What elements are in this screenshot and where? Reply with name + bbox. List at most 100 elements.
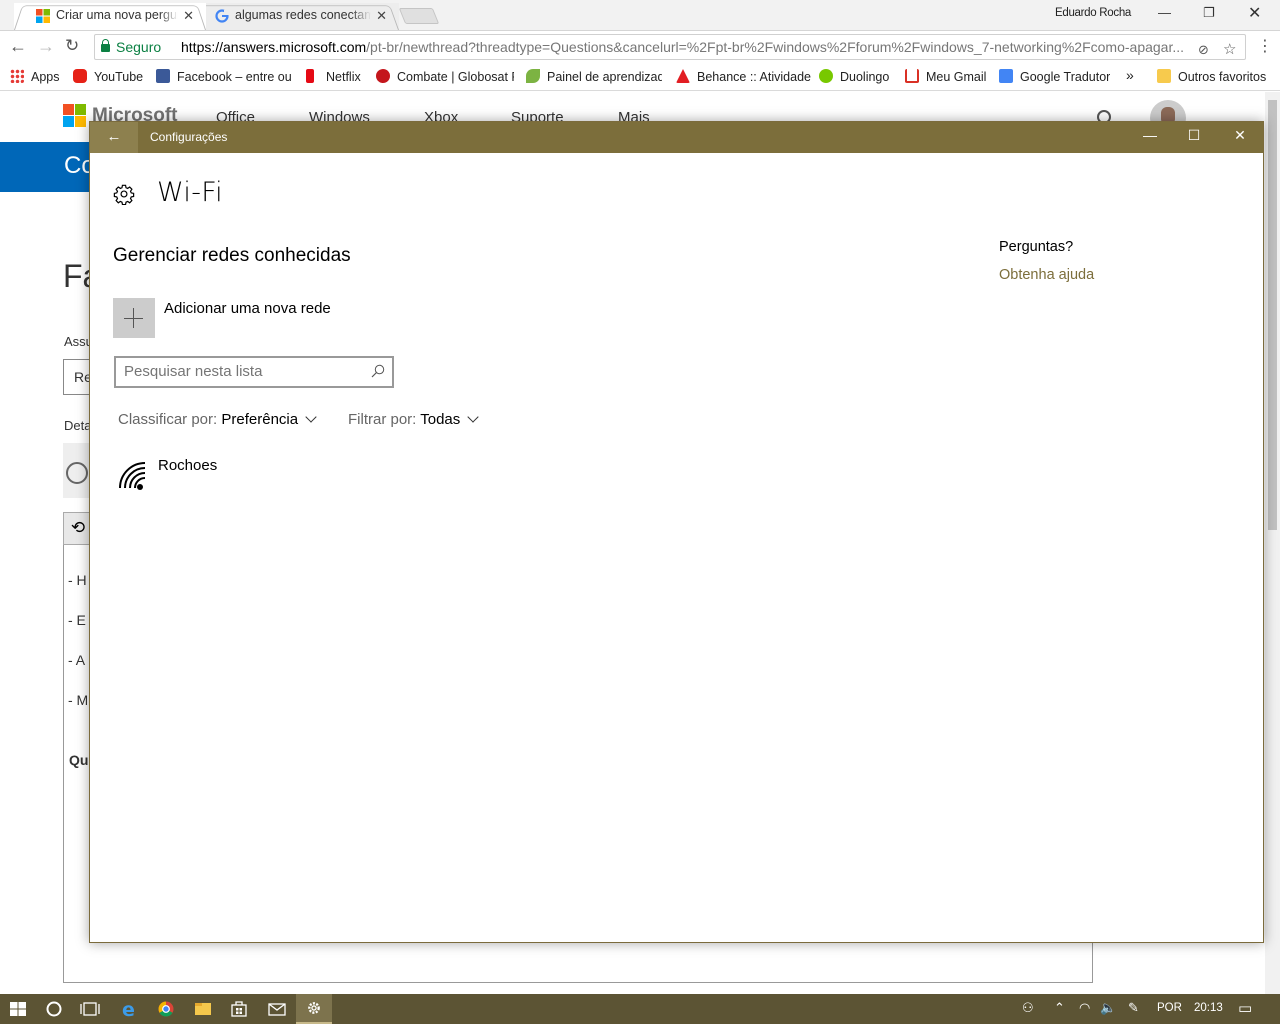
page-title: Wi-Fi xyxy=(157,177,223,208)
search-icon[interactable] xyxy=(371,364,385,378)
settings-titlebar: ← Configurações — ☐ ✕ xyxy=(90,122,1263,153)
bookmark-behance[interactable]: Behance :: Atividade xyxy=(676,69,811,84)
microsoft-logo-icon xyxy=(36,9,50,23)
scrollbar-thumb[interactable] xyxy=(1268,100,1277,530)
secure-indicator[interactable]: Seguro xyxy=(101,35,161,59)
duolingo-icon xyxy=(819,69,833,83)
new-tab-button[interactable] xyxy=(398,8,440,24)
minimize-icon[interactable]: — xyxy=(1127,127,1173,143)
help-heading: Perguntas? xyxy=(999,239,1074,255)
editor-line: - A xyxy=(68,652,86,668)
tab-close-icon[interactable]: ✕ xyxy=(183,3,194,28)
wifi-icon xyxy=(119,462,146,490)
forward-arrow-icon[interactable]: → xyxy=(37,36,55,57)
bookmark-gmail[interactable]: Meu Gmail xyxy=(905,69,986,84)
edge-icon[interactable]: e xyxy=(111,994,147,1024)
chrome-menu-icon[interactable]: ⋮ xyxy=(1257,36,1273,56)
editor-bold-text: Qu xyxy=(69,752,89,768)
input-language[interactable]: POR xyxy=(1157,1002,1182,1014)
bookmark-painel[interactable]: Painel de aprendizad xyxy=(526,69,662,84)
section-title: Gerenciar redes conhecidas xyxy=(113,245,351,266)
sort-label: Classificar por: xyxy=(118,411,218,428)
clock-time[interactable]: 20:13 xyxy=(1194,1002,1223,1014)
profile-name[interactable]: Eduardo Rocha xyxy=(1055,7,1131,19)
editor-line: - E xyxy=(68,612,86,628)
close-icon[interactable]: ✕ xyxy=(1217,127,1263,144)
filter-label: Filtrar por: xyxy=(348,411,417,428)
bookmark-translate[interactable]: Google Tradutor xyxy=(999,69,1110,84)
secure-label: Seguro xyxy=(116,39,162,55)
bookmarks-bar: Apps YouTube Facebook – entre ou Netflix… xyxy=(0,63,1280,91)
browser-tabstrip: Criar uma nova pergunta ✕ algumas redes … xyxy=(0,0,1280,30)
browser-tab[interactable]: algumas redes conectam ✕ xyxy=(193,3,399,30)
windows-start-icon[interactable] xyxy=(0,994,36,1024)
bookmark-facebook[interactable]: Facebook – entre ou xyxy=(156,69,292,84)
settings-gear-icon[interactable] xyxy=(296,994,332,1024)
page-scrollbar[interactable] xyxy=(1265,92,1280,994)
tab-close-icon[interactable]: ✕ xyxy=(376,3,387,28)
reload-icon[interactable]: ↻ xyxy=(65,36,79,56)
details-label: Deta xyxy=(64,418,90,433)
chevron-up-icon[interactable]: ⌃ xyxy=(1054,1000,1065,1016)
bookmark-apps[interactable]: Apps xyxy=(10,69,60,84)
facebook-icon xyxy=(156,69,170,83)
network-search-box[interactable] xyxy=(114,356,394,388)
gmail-icon xyxy=(905,69,919,83)
bookmarks-overflow[interactable]: » xyxy=(1126,67,1134,83)
cortana-icon[interactable] xyxy=(36,994,72,1024)
add-network-button[interactable] xyxy=(113,298,155,338)
subject-label: Assu xyxy=(64,334,90,349)
chevron-down-icon xyxy=(305,411,317,423)
tab-title: algumas redes conectam xyxy=(235,8,371,22)
browser-tab-active[interactable]: Criar uma nova pergunta ✕ xyxy=(14,3,206,30)
add-network-label[interactable]: Adicionar uma nova rede xyxy=(164,300,331,317)
pen-icon[interactable]: ✎ xyxy=(1128,1000,1139,1016)
sort-value: Preferência xyxy=(221,411,299,428)
search-input[interactable] xyxy=(124,363,359,380)
microsoft-logo-icon xyxy=(63,104,86,127)
translate-icon[interactable]: ⊘ xyxy=(1198,38,1209,62)
back-arrow-icon[interactable]: ← xyxy=(9,36,27,57)
folder-icon xyxy=(1157,69,1171,83)
filter-dropdown[interactable]: Filtrar por: Todas xyxy=(348,411,479,428)
page-banner: Co xyxy=(0,142,90,192)
file-explorer-icon[interactable] xyxy=(185,994,221,1024)
chevron-down-icon xyxy=(467,411,479,423)
lock-icon xyxy=(101,39,110,52)
bookmark-other[interactable]: Outros favoritos xyxy=(1157,69,1266,84)
google-translate-icon xyxy=(999,69,1013,83)
radio-icon[interactable] xyxy=(66,462,88,484)
bookmark-combate[interactable]: Combate | Globosat F xyxy=(376,69,514,84)
restore-icon[interactable]: ❐ xyxy=(1203,5,1215,21)
chrome-icon[interactable] xyxy=(148,994,184,1024)
settings-window: ← Configurações — ☐ ✕ Wi-Fi Gerenciar re… xyxy=(89,121,1264,943)
bookmark-star-icon[interactable]: ☆ xyxy=(1223,38,1236,62)
get-help-link[interactable]: Obtenha ajuda xyxy=(999,267,1094,283)
address-bar[interactable]: Seguro https://answers.microsoft.com/pt-… xyxy=(94,34,1246,60)
sort-dropdown[interactable]: Classificar por: Preferência xyxy=(118,411,317,428)
maximize-icon[interactable]: ☐ xyxy=(1171,127,1217,144)
url-text[interactable]: https://answers.microsoft.com/pt-br/newt… xyxy=(181,35,1186,59)
action-center-icon[interactable]: ▭ xyxy=(1238,999,1252,1017)
minimize-icon[interactable]: — xyxy=(1158,5,1171,20)
network-tray-icon[interactable]: ◠ xyxy=(1079,1000,1090,1016)
adobe-icon xyxy=(676,69,690,83)
people-icon[interactable]: ⚇ xyxy=(1022,1000,1034,1016)
page-heading: Fa xyxy=(63,258,90,294)
list-item[interactable]: Rochoes xyxy=(115,454,415,494)
back-arrow-icon[interactable]: ← xyxy=(90,122,138,153)
editor-line: - H xyxy=(68,572,87,588)
url-host: https://answers.microsoft.com xyxy=(181,39,367,55)
task-view-icon[interactable] xyxy=(72,994,108,1024)
store-icon[interactable] xyxy=(221,994,257,1024)
bookmark-youtube[interactable]: YouTube xyxy=(73,69,143,84)
mail-icon[interactable] xyxy=(259,994,295,1024)
window-title: Configurações xyxy=(150,130,228,144)
leaf-icon xyxy=(526,69,540,83)
close-window-icon[interactable]: ✕ xyxy=(1248,3,1261,23)
bookmark-duolingo[interactable]: Duolingo xyxy=(819,69,889,84)
svg-text:e: e xyxy=(122,999,135,1021)
volume-icon[interactable]: 🔈 xyxy=(1100,1000,1116,1016)
netflix-icon xyxy=(306,69,314,83)
bookmark-netflix[interactable]: Netflix xyxy=(306,69,361,84)
